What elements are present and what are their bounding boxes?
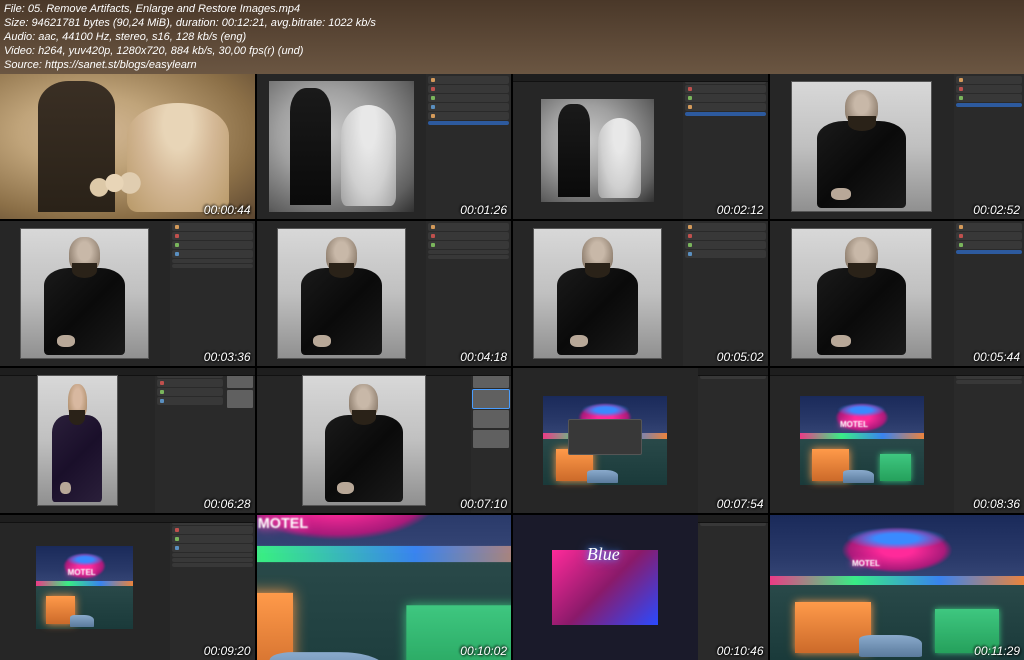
- file-label: File:: [4, 3, 25, 15]
- timestamp: 00:04:18: [460, 350, 507, 364]
- thumbnail-11[interactable]: 00:07:54: [513, 368, 768, 513]
- thumbnail-10[interactable]: 00:07:10: [257, 368, 512, 513]
- video-line: Video: h264, yuv420p, 1280x720, 884 kb/s…: [4, 44, 1020, 58]
- motel-neon-photo: [257, 515, 512, 660]
- bitrate-label: avg.bitrate:: [271, 17, 325, 29]
- media-info-header: File: 05. Remove Artifacts, Enlarge and …: [0, 0, 1024, 74]
- video-label: Video:: [4, 45, 35, 57]
- thumbnail-2[interactable]: 00:01:26: [257, 74, 512, 219]
- thumbnail-4[interactable]: 00:02:52: [770, 74, 1024, 219]
- file-line: File: 05. Remove Artifacts, Enlarge and …: [4, 2, 1020, 16]
- thumbnail-6[interactable]: 00:04:18: [257, 221, 512, 366]
- photoshop-ui: [257, 74, 512, 219]
- size-bytes: 94621781 bytes: [32, 17, 110, 29]
- source-line: Source: https://sanet.st/blogs/easylearn: [4, 58, 1020, 72]
- timestamp: 00:05:02: [717, 350, 764, 364]
- thumbnail-9[interactable]: 00:06:28: [0, 368, 255, 513]
- motel-neon-photo: [770, 515, 1024, 660]
- thumbnail-16[interactable]: 00:11:29: [770, 515, 1024, 660]
- dialog-box: [568, 419, 642, 455]
- audio-label: Audio:: [4, 31, 35, 43]
- bitrate-value: 1022 kb/s: [328, 17, 376, 29]
- sepia-wedding-photo: [0, 74, 255, 219]
- audio-line: Audio: aac, 44100 Hz, stereo, s16, 128 k…: [4, 30, 1020, 44]
- timestamp: 00:06:28: [204, 497, 251, 511]
- thumbnail-3[interactable]: 00:02:12: [513, 74, 768, 219]
- timestamp: 00:05:44: [973, 350, 1020, 364]
- timestamp: 00:07:54: [717, 497, 764, 511]
- timestamp: 00:09:20: [204, 644, 251, 658]
- size-mib: (90,24 MiB): [113, 17, 170, 29]
- source-label: Source:: [4, 59, 42, 71]
- thumbnail-5[interactable]: 00:03:36: [0, 221, 255, 366]
- thumbnail-14[interactable]: 00:10:02: [257, 515, 512, 660]
- timestamp: 00:11:29: [974, 644, 1020, 658]
- size-label: Size:: [4, 17, 28, 29]
- file-name: 05. Remove Artifacts, Enlarge and Restor…: [28, 3, 300, 15]
- timestamp: 00:01:26: [460, 203, 507, 217]
- thumbnail-15[interactable]: 00:10:46: [513, 515, 768, 660]
- thumbnail-1[interactable]: 00:00:44: [0, 74, 255, 219]
- thumbnail-12[interactable]: 00:08:36: [770, 368, 1024, 513]
- timestamp: 00:10:46: [717, 644, 764, 658]
- size-line: Size: 94621781 bytes (90,24 MiB), durati…: [4, 16, 1020, 30]
- video-value: h264, yuv420p, 1280x720, 884 kb/s, 30,00…: [38, 45, 303, 57]
- timestamp: 00:07:10: [460, 497, 507, 511]
- thumbnail-grid: 00:00:44 00:01:26: [0, 74, 1024, 660]
- source-value: https://sanet.st/blogs/easylearn: [45, 59, 197, 71]
- ps-panel-stack: [426, 74, 511, 219]
- thumbnail-13[interactable]: 00:09:20: [0, 515, 255, 660]
- timestamp: 00:10:02: [460, 644, 507, 658]
- duration-value: 00:12:21: [222, 17, 265, 29]
- thumbnail-7[interactable]: 00:05:02: [513, 221, 768, 366]
- timestamp: 00:02:52: [973, 203, 1020, 217]
- thumbnail-8[interactable]: 00:05:44: [770, 221, 1024, 366]
- timestamp: 00:00:44: [204, 203, 251, 217]
- timestamp: 00:08:36: [973, 497, 1020, 511]
- timestamp: 00:03:36: [204, 350, 251, 364]
- audio-value: aac, 44100 Hz, stereo, s16, 128 kb/s (en…: [38, 31, 246, 43]
- duration-label: duration:: [176, 17, 219, 29]
- photoshop-ui: [513, 74, 768, 219]
- timestamp: 00:02:12: [717, 203, 764, 217]
